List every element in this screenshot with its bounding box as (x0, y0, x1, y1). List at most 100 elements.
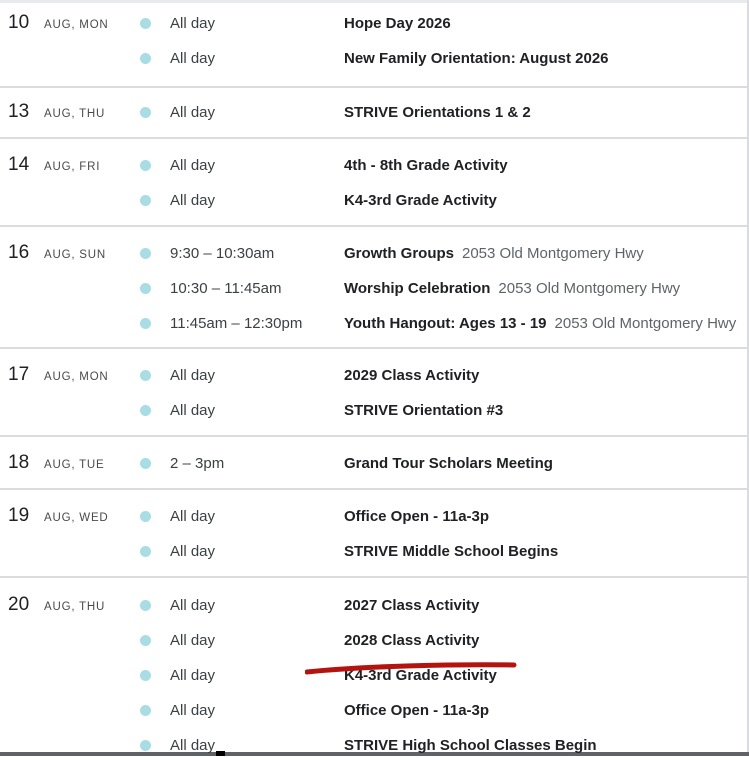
event-title: Growth Groups 2053 Old Montgomery Hwy (344, 245, 644, 262)
event-time: All day (170, 15, 216, 32)
event-title: Youth Hangout: Ages 13 - 19 2053 Old Mont… (344, 315, 736, 332)
event-time: 2 – 3pm (170, 455, 225, 472)
event-row[interactable]: All day 4th - 8th Grade Activity (0, 148, 749, 178)
day-divider (0, 86, 749, 88)
event-title-text: Hope Day 2026 (344, 15, 451, 32)
event-title-text: Worship Celebration (344, 280, 491, 297)
event-row[interactable]: All day K4-3rd Grade Activity (0, 183, 749, 213)
event-title: 2029 Class Activity (344, 367, 479, 384)
day-divider (0, 225, 749, 227)
event-row[interactable]: All day STRIVE Middle School Begins (0, 534, 749, 564)
event-title: STRIVE Orientations 1 & 2 (344, 104, 531, 121)
event-time: All day (170, 192, 216, 209)
day-divider (0, 488, 749, 490)
event-title-text: Growth Groups (344, 245, 454, 262)
event-title: Worship Celebration 2053 Old Montgomery H… (344, 280, 680, 297)
event-title-text: Office Open - 11a-3p (344, 508, 490, 525)
event-location: 2053 Old Montgomery Hwy (462, 245, 644, 262)
event-title-text: Office Open - 11a-3p (344, 702, 490, 719)
top-border (0, 0, 749, 3)
event-row[interactable]: All day Office Open - 11a-3p (0, 499, 749, 529)
event-title: 2028 Class Activity (344, 632, 479, 649)
event-title: 2027 Class Activity (344, 597, 479, 614)
event-title-text: STRIVE Orientation #3 (344, 402, 504, 419)
day-divider (0, 576, 749, 578)
event-color-dot-icon (140, 370, 151, 381)
event-title-text: 2027 Class Activity (344, 597, 480, 614)
event-color-dot-icon (140, 283, 151, 294)
event-time: All day (170, 157, 216, 174)
event-time: All day (170, 104, 216, 121)
event-color-dot-icon (140, 635, 151, 646)
event-title: STRIVE Middle School Begins (344, 543, 558, 560)
event-time: All day (170, 597, 216, 614)
event-color-dot-icon (140, 546, 151, 557)
event-title-text: STRIVE High School Classes Begin (344, 737, 597, 754)
event-row[interactable]: All day 2028 Class Activity (0, 623, 749, 653)
event-row[interactable]: All day STRIVE Orientations 1 & 2 (0, 95, 749, 125)
event-row[interactable]: All day Office Open - 11a-3p (0, 693, 749, 723)
event-time: All day (170, 50, 216, 67)
event-color-dot-icon (140, 458, 151, 469)
event-row[interactable]: All day 2027 Class Activity (0, 588, 749, 618)
event-row[interactable]: 11:45am – 12:30pm Youth Hangout: Ages 13 … (0, 306, 749, 336)
event-title-text: Grand Tour Scholars Meeting (344, 455, 553, 472)
annotation-stroke (305, 662, 517, 675)
event-title-text: 2028 Class Activity (344, 632, 480, 649)
event-time: 9:30 – 10:30am (170, 245, 275, 262)
event-color-dot-icon (140, 740, 151, 751)
event-time: All day (170, 508, 216, 525)
event-color-dot-icon (140, 248, 151, 259)
event-color-dot-icon (140, 600, 151, 611)
event-time: 10:30 – 11:45am (170, 280, 282, 297)
event-color-dot-icon (140, 160, 151, 171)
event-title: K4-3rd Grade Activity (344, 192, 497, 209)
event-title: 4th - 8th Grade Activity (344, 157, 508, 174)
event-color-dot-icon (140, 107, 151, 118)
event-color-dot-icon (140, 53, 151, 64)
event-time: All day (170, 737, 216, 754)
event-title-text: STRIVE Middle School Begins (344, 543, 559, 560)
event-title-text: STRIVE Orientations 1 & 2 (344, 104, 531, 121)
event-color-dot-icon (140, 705, 151, 716)
event-title-text: 4th - 8th Grade Activity (344, 157, 508, 174)
event-row[interactable]: All day STRIVE High School Classes Begin (0, 728, 749, 758)
event-title: Office Open - 11a-3p (344, 702, 489, 719)
agenda-list: 10 AUG, MON All day Hope Day 2026 All day New… (0, 0, 749, 756)
event-title: Office Open - 11a-3p (344, 508, 489, 525)
day-divider (0, 137, 749, 139)
event-row[interactable]: 10:30 – 11:45am Worship Celebration 2053 O… (0, 271, 749, 301)
event-time: All day (170, 402, 216, 419)
day-divider (0, 347, 749, 349)
event-title: Hope Day 2026 (344, 15, 451, 32)
event-location: 2053 Old Montgomery Hwy (554, 315, 737, 332)
day-divider (0, 435, 749, 437)
event-row[interactable]: 9:30 – 10:30am Growth Groups 2053 Old Mont… (0, 236, 749, 266)
event-time: All day (170, 632, 216, 649)
event-row[interactable]: 2 – 3pm Grand Tour Scholars Meeting (0, 446, 749, 476)
event-time: 11:45am – 12:30pm (170, 315, 303, 332)
event-time: All day (170, 702, 216, 719)
event-title: STRIVE Orientation #3 (344, 402, 503, 419)
event-row[interactable]: All day New Family Orientation: August 20… (0, 41, 749, 71)
event-title: New Family Orientation: August 2026 (344, 50, 609, 67)
event-color-dot-icon (140, 405, 151, 416)
event-time: All day (170, 543, 216, 560)
event-time: All day (170, 667, 216, 684)
event-row[interactable]: All day STRIVE Orientation #3 (0, 393, 749, 423)
event-color-dot-icon (140, 318, 151, 329)
event-location: 2053 Old Montgomery Hwy (498, 280, 681, 297)
event-row[interactable]: All day 2029 Class Activity (0, 358, 749, 388)
event-title: Grand Tour Scholars Meeting (344, 455, 553, 472)
event-color-dot-icon (140, 18, 151, 29)
event-color-dot-icon (140, 195, 151, 206)
event-title: STRIVE High School Classes Begin (344, 737, 597, 754)
event-row[interactable]: All day Hope Day 2026 (0, 6, 749, 36)
red-underline-annotation (305, 662, 517, 675)
event-color-dot-icon (140, 670, 151, 681)
event-time: All day (170, 367, 216, 384)
event-title-text: K4-3rd Grade Activity (344, 192, 497, 209)
event-title-text: 2029 Class Activity (344, 367, 480, 384)
event-color-dot-icon (140, 511, 151, 522)
event-title-text: New Family Orientation: August 2026 (344, 50, 609, 67)
